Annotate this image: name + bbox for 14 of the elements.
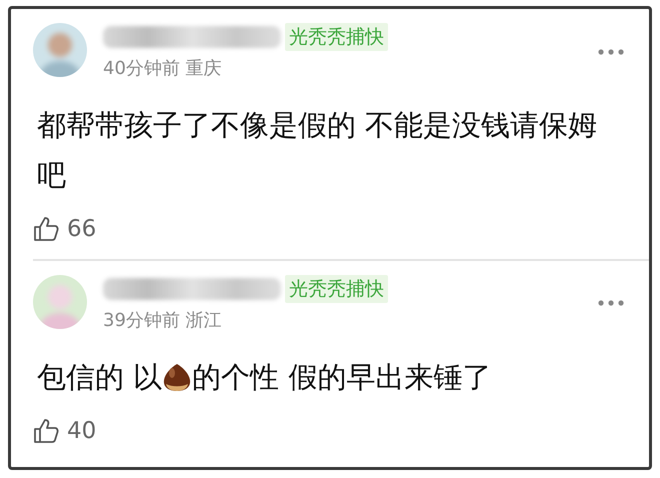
comment-meta: 39分钟前 浙江 [103, 308, 223, 332]
user-tag: 光秃秃捕快 [285, 23, 388, 51]
like-count: 40 [67, 416, 96, 446]
comment-text: 都帮带孩子了不像是假的 不能是没钱请保姆吧 [37, 107, 598, 194]
like-icon[interactable] [33, 216, 59, 242]
more-icon[interactable] [597, 48, 625, 56]
like-icon[interactable] [33, 418, 59, 444]
more-icon[interactable] [597, 299, 625, 308]
avatar[interactable] [33, 23, 87, 77]
user-tag: 光秃秃捕快 [285, 274, 388, 302]
like-count: 66 [67, 215, 96, 244]
comment-meta: 40分钟前 重庆 [103, 57, 223, 81]
chestnut-icon [162, 362, 192, 392]
comment-text: 包信的 以 的个性 假的早出来锤了 [37, 358, 492, 396]
